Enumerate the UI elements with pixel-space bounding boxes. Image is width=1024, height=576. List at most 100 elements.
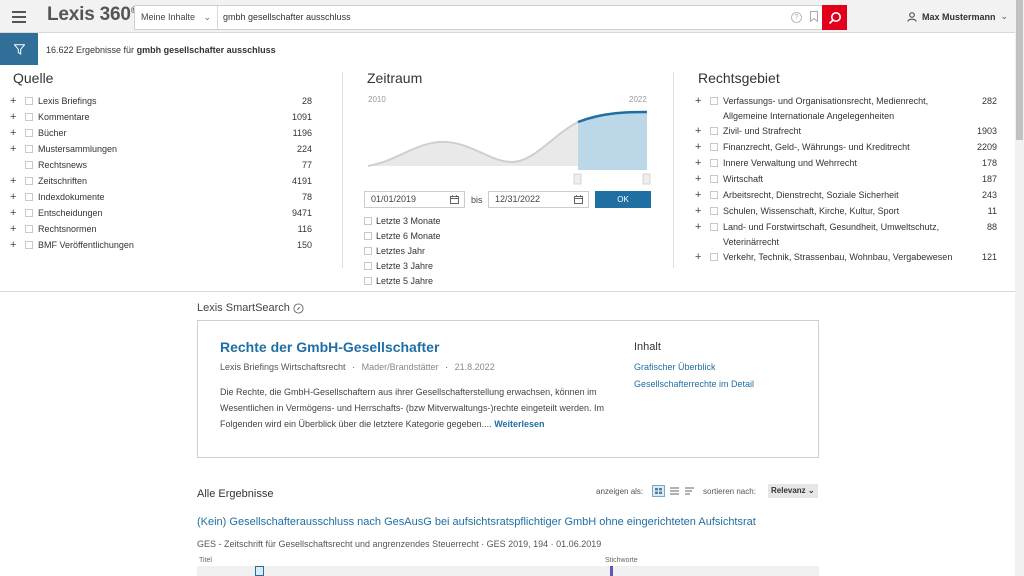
quelle-item[interactable]: + Entscheidungen 9471 [10,208,312,224]
result-title[interactable]: (Kein) Gesellschafterausschluss nach Ges… [197,516,756,528]
rechtsgebiet-item[interactable]: + Schulen, Wissenschaft, Kirche, Kultur, … [695,206,997,222]
logo[interactable]: Lexis 360® [47,4,137,26]
checkbox[interactable] [25,241,33,249]
sort-select[interactable]: Relevanz ⌄ [768,484,818,498]
expand-plus-icon[interactable]: + [695,252,705,263]
expand-plus-icon[interactable]: + [695,222,705,233]
quelle-title: Quelle [13,70,54,86]
scrollbar[interactable] [1015,0,1024,576]
expand-plus-icon[interactable]: + [10,128,20,139]
rechtsgebiet-item[interactable]: + Land- und Forstwirtschaft, Gesundheit, … [695,222,997,254]
date-from-input[interactable]: 01/01/2019 [364,191,465,208]
checkbox[interactable] [25,129,33,137]
quelle-item[interactable]: + Rechtsnormen 116 [10,224,312,240]
zeitraum-option[interactable]: Letzte 3 Monate [364,216,441,226]
zeitraum-title: Zeitraum [367,70,423,86]
hamburger-menu-icon[interactable] [0,0,38,33]
search-button[interactable] [822,5,847,30]
expand-plus-icon[interactable]: + [695,190,705,201]
expand-plus-icon[interactable]: + [10,208,20,219]
checkbox[interactable] [25,177,33,185]
zeitraum-option[interactable]: Letzte 5 Jahre [364,276,433,286]
expand-plus-icon[interactable]: + [10,96,20,107]
calendar-icon[interactable] [574,195,583,204]
logo-text: Lexis 360 [47,4,131,25]
checkbox[interactable] [710,175,718,183]
rechtsgebiet-item[interactable]: + Innere Verwaltung und Wehrrecht 178 [695,158,997,174]
zeitraum-option[interactable]: Letzte 6 Monate [364,231,441,241]
checkbox[interactable] [710,191,718,199]
list-view-icon[interactable] [668,485,681,497]
rechtsgebiet-item[interactable]: + Verfassungs- und Organisationsrecht, Me… [695,96,997,128]
checkbox[interactable] [710,253,718,261]
checkbox[interactable] [25,145,33,153]
expand-plus-icon[interactable]: + [10,144,20,155]
help-icon[interactable]: ? [791,12,802,23]
checkbox[interactable] [710,159,718,167]
compact-view-icon[interactable] [683,485,696,497]
rechtsgebiet-item[interactable]: + Finanzrecht, Geld-, Währungs- und Kredi… [695,142,997,158]
checkbox[interactable] [710,97,718,105]
expand-plus-icon[interactable]: + [10,112,20,123]
rechtsgebiet-item[interactable]: + Wirtschaft 187 [695,174,997,190]
result-sub-keywords-label: Stichworte [605,557,638,564]
checkbox[interactable] [25,209,33,217]
user-menu[interactable]: Max Mustermann ⌄ [907,11,1008,22]
checkbox[interactable] [710,223,718,231]
date-ok-button[interactable]: OK [595,191,651,208]
expand-plus-icon[interactable]: + [695,206,705,217]
rechtsgebiet-item[interactable]: + Zivil- und Strafrecht 1903 [695,126,997,142]
checkbox[interactable] [364,277,372,285]
zeitraum-option[interactable]: Letztes Jahr [364,246,425,256]
checkbox[interactable] [710,207,718,215]
zeitraum-option[interactable]: Letzte 3 Jahre [364,261,433,271]
checkbox[interactable] [25,193,33,201]
expand-plus-icon[interactable]: + [695,126,705,137]
read-more-link[interactable]: Weiterlesen [494,419,544,429]
checkbox[interactable] [25,113,33,121]
quelle-item-count: 4191 [291,176,312,186]
meta-separator: · [445,362,449,372]
checkbox[interactable] [364,232,372,240]
checkbox[interactable] [364,217,372,225]
result-count: 16.622 Ergebnisse für gmbh gesellschafte… [46,45,276,55]
quelle-item[interactable]: + Indexdokumente 78 [10,192,312,208]
quelle-item[interactable]: + Lexis Briefings 28 [10,96,312,112]
expand-plus-icon[interactable]: + [10,176,20,187]
scope-select[interactable]: Meine Inhalte ⌄ [135,6,218,29]
expand-plus-icon[interactable]: + [10,192,20,203]
grid-view-icon[interactable] [652,485,665,497]
scrollbar-thumb[interactable] [1016,0,1023,140]
rechtsgebiet-item[interactable]: + Verkehr, Technik, Strassenbau, Wohnbau,… [695,252,997,268]
checkbox[interactable] [25,225,33,233]
bookmark-icon[interactable] [810,11,818,22]
checkbox[interactable] [710,143,718,151]
quelle-item[interactable]: + Kommentare 1091 [10,112,312,128]
expand-plus-icon[interactable]: + [10,224,20,235]
smartsearch-headline[interactable]: Rechte der GmbH-Gesellschafter [220,339,439,355]
inhalt-link-overview[interactable]: Grafischer Überblick [634,362,716,372]
inhalt-link-detail[interactable]: Gesellschafterrechte im Detail [634,379,754,389]
checkbox[interactable] [364,247,372,255]
checkbox[interactable] [25,161,33,169]
expand-plus-icon[interactable]: + [695,158,705,169]
quelle-item[interactable]: + Zeitschriften 4191 [10,176,312,192]
search-input[interactable] [223,6,783,29]
rechtsgebiet-item-count: 2209 [976,142,997,152]
result-meta: GES - Zeitschrift für Gesellschaftsrecht… [197,539,602,549]
checkbox[interactable] [25,97,33,105]
expand-plus-icon[interactable]: + [695,142,705,153]
quelle-item[interactable]: Rechtsnews 77 [10,160,312,176]
quelle-item[interactable]: + BMF Veröffentlichungen 150 [10,240,312,256]
date-to-input[interactable]: 12/31/2022 [488,191,589,208]
quelle-item[interactable]: + Mustersammlungen 224 [10,144,312,160]
checkbox[interactable] [364,262,372,270]
filter-button[interactable] [0,33,38,65]
rechtsgebiet-item[interactable]: + Arbeitsrecht, Dienstrecht, Soziale Sich… [695,190,997,206]
expand-plus-icon[interactable]: + [695,96,705,107]
expand-plus-icon[interactable]: + [10,240,20,251]
calendar-icon[interactable] [450,195,459,204]
checkbox[interactable] [710,127,718,135]
quelle-item[interactable]: + Bücher 1196 [10,128,312,144]
expand-plus-icon[interactable]: + [695,174,705,185]
